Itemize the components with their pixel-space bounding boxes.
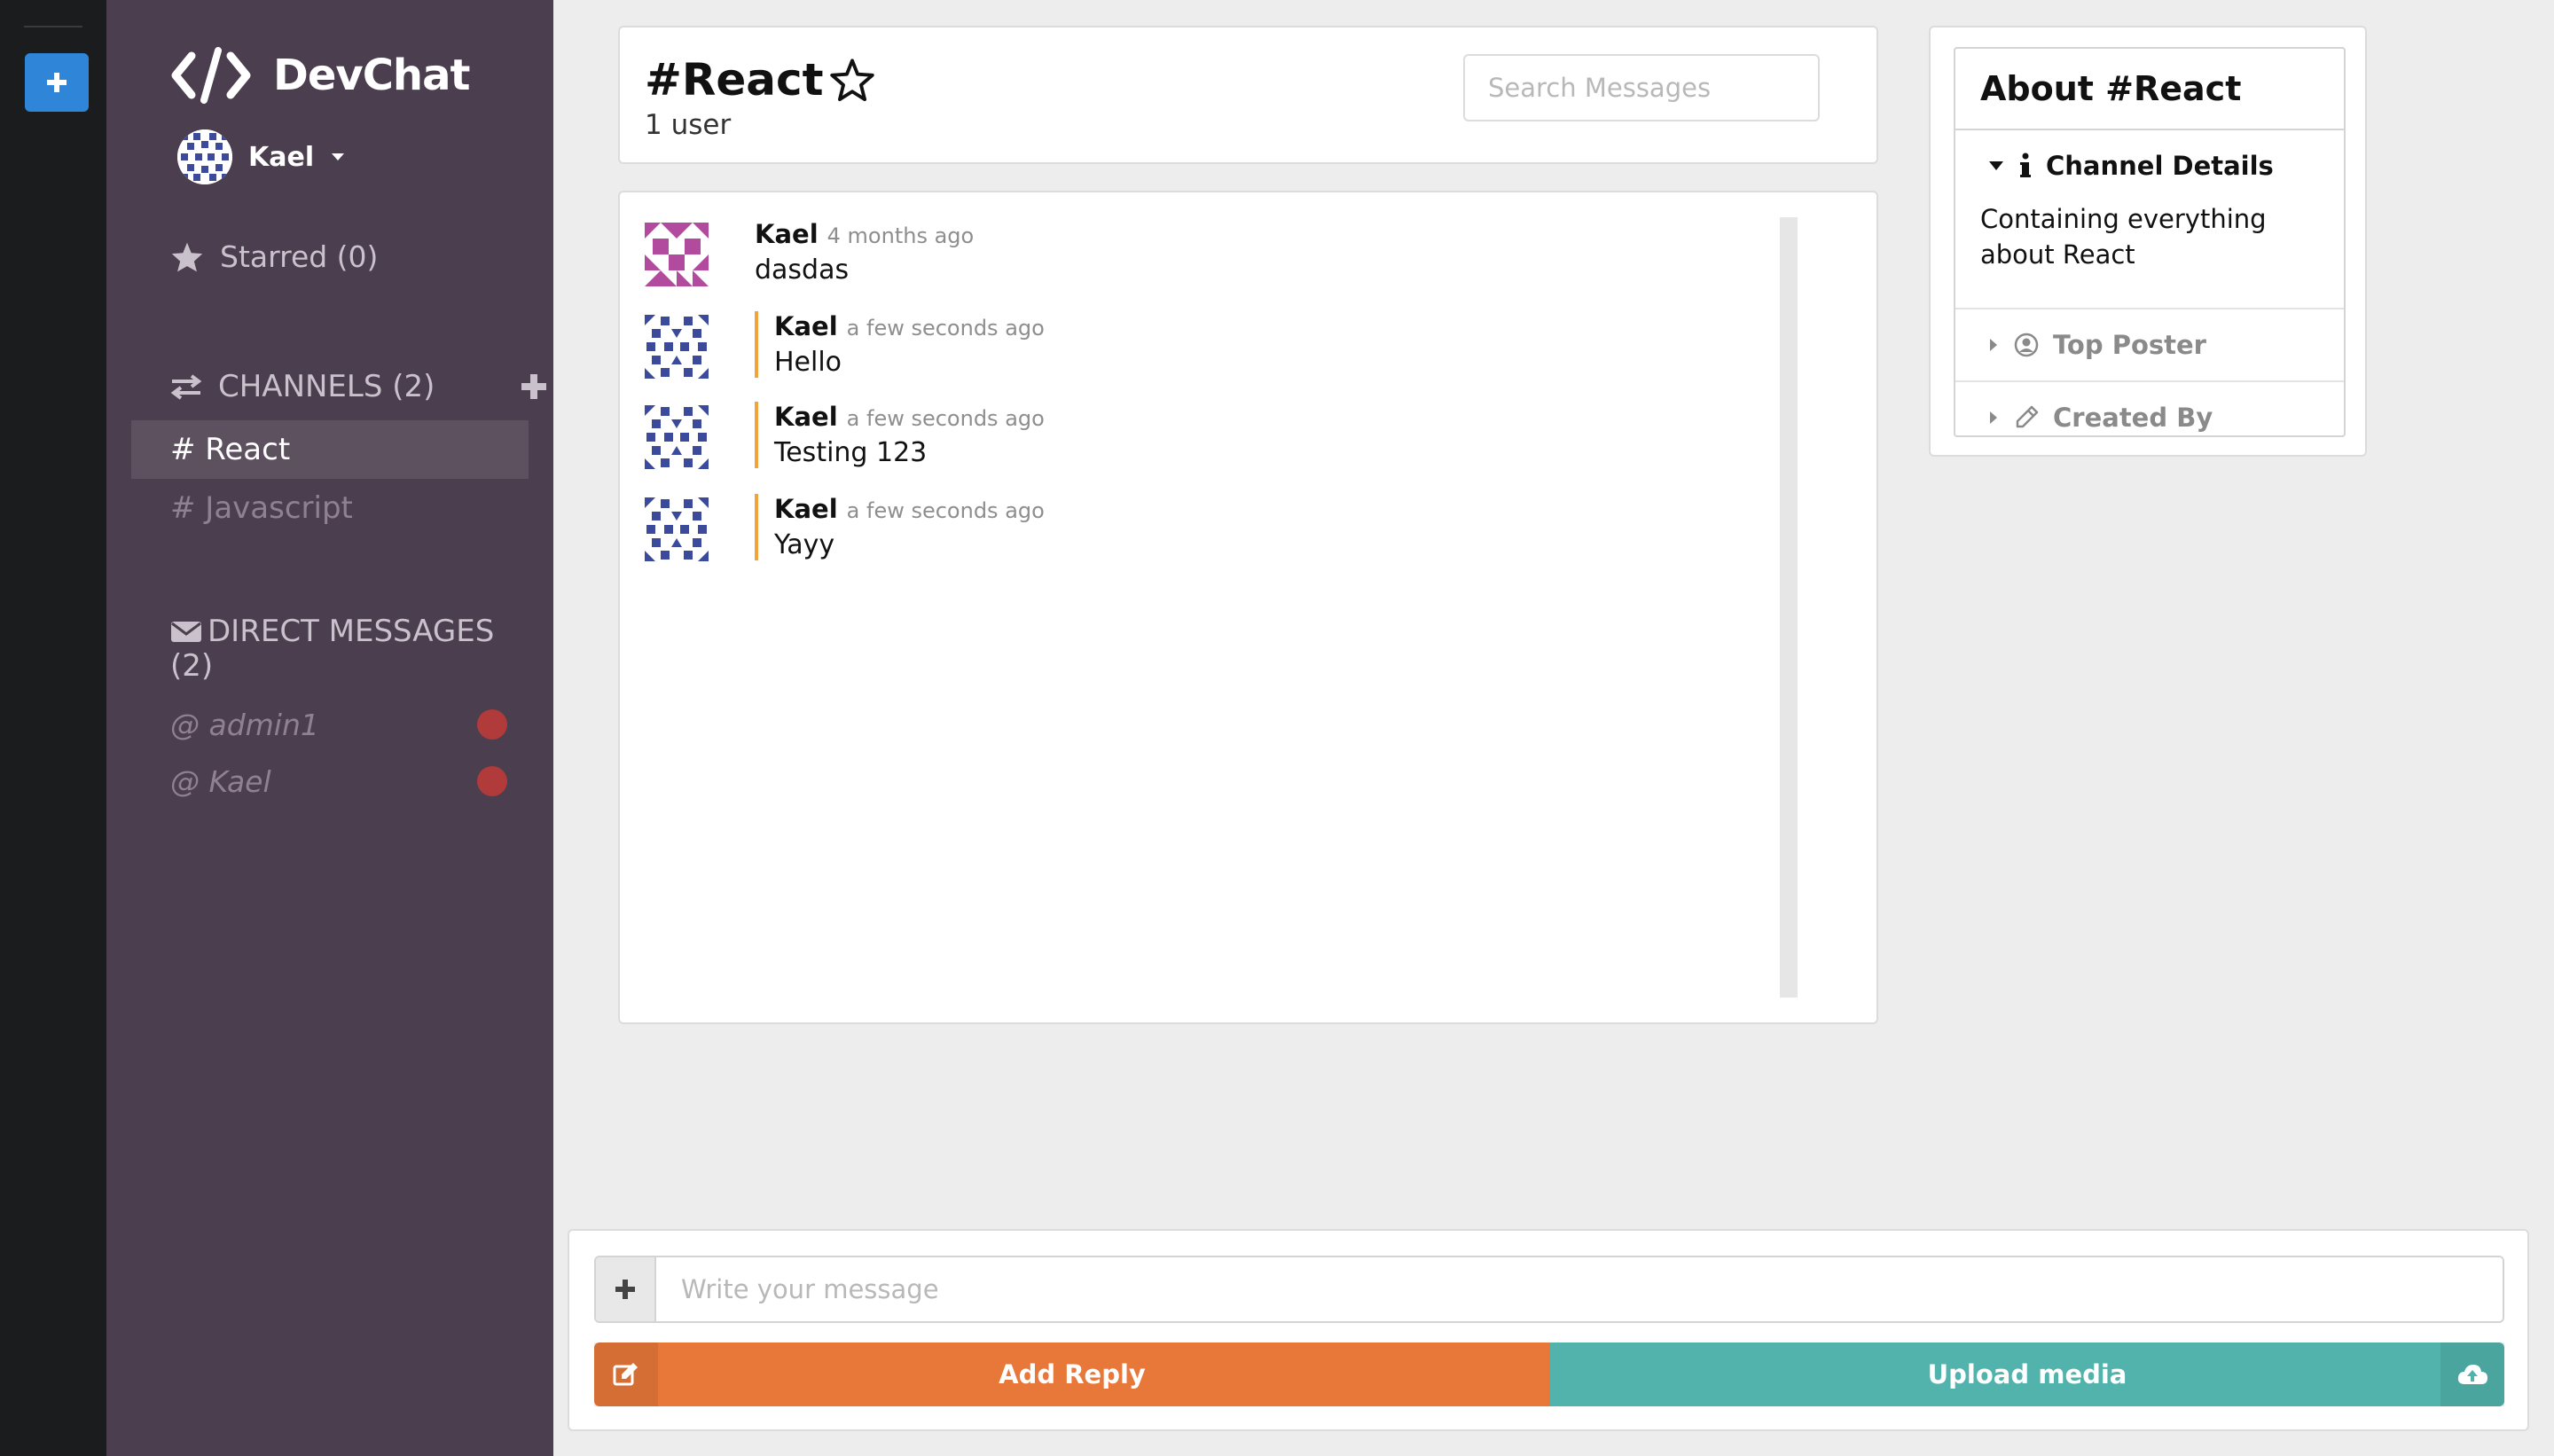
add-reply-label: Add Reply xyxy=(999,1359,1146,1389)
direct-messages-label: DIRECT MESSAGES (2) xyxy=(170,614,495,684)
message-timestamp: a few seconds ago xyxy=(846,406,1045,431)
message-timestamp: a few seconds ago xyxy=(846,316,1045,341)
direct-messages-header: DIRECT MESSAGES (2) xyxy=(170,615,507,682)
app-rail xyxy=(0,0,106,1456)
user-name: Kael xyxy=(248,141,315,173)
accordion-label: Created By xyxy=(2053,403,2213,433)
mail-icon xyxy=(170,618,202,650)
messages-scrollbar[interactable] xyxy=(1780,217,1798,998)
starred-label: Starred (0) xyxy=(220,239,379,274)
user-circle-icon xyxy=(2014,333,2039,357)
channel-item-react[interactable]: # React xyxy=(131,420,529,479)
accordion-header-top-poster[interactable]: Top Poster xyxy=(1955,309,2344,380)
dm-item-label: @ Kael xyxy=(170,763,271,799)
search-box xyxy=(1463,54,1820,121)
status-offline-indicator xyxy=(477,709,507,740)
channel-item-javascript[interactable]: # Javascript xyxy=(131,479,529,537)
user-avatar xyxy=(177,129,232,184)
starred-section[interactable]: Starred (0) xyxy=(170,239,378,274)
message-timestamp: a few seconds ago xyxy=(846,498,1045,523)
channels-label: CHANNELS (2) xyxy=(218,369,435,404)
emoji-add-button[interactable] xyxy=(596,1257,656,1321)
dm-item-label: @ admin1 xyxy=(170,707,319,742)
caret-right-icon xyxy=(1990,339,1997,351)
star-icon xyxy=(171,242,203,271)
message-text: Hello xyxy=(774,347,842,378)
exchange-icon xyxy=(170,374,202,400)
add-reply-button[interactable]: Add Reply xyxy=(594,1342,1550,1406)
sidebar: DevChat Kael Starred (0) CHANNELS (2) # … xyxy=(106,0,553,1456)
caret-down-icon xyxy=(332,153,345,160)
messages-header: #React 1 user xyxy=(618,26,1878,164)
accordion-top-poster: Top Poster xyxy=(1955,309,2344,382)
message-text: dasdas xyxy=(755,254,850,286)
message-body: Kael a few seconds ago Hello xyxy=(755,311,1045,378)
message-body: Kael 4 months ago dasdas xyxy=(755,219,974,286)
message-body: Kael a few seconds ago Testing 123 xyxy=(755,402,1045,468)
meta-panel: About #React Channel Details Containing … xyxy=(1929,26,2367,457)
add-team-button[interactable] xyxy=(25,53,89,112)
search-messages-input[interactable] xyxy=(1488,73,1814,103)
dm-item-admin1[interactable]: @ admin1 xyxy=(170,702,507,747)
meta-card: About #React Channel Details Containing … xyxy=(1954,47,2346,437)
plus-icon xyxy=(47,73,67,92)
message-author[interactable]: Kael xyxy=(755,219,819,249)
message-body: Kael a few seconds ago Yayy xyxy=(755,494,1045,560)
upload-media-label: Upload media xyxy=(1927,1359,2127,1389)
accordion-label: Top Poster xyxy=(2053,330,2206,360)
accordion-created-by: Created By xyxy=(1955,382,2344,453)
info-icon xyxy=(2020,153,2031,177)
brand: DevChat xyxy=(170,44,470,106)
upload-media-button[interactable]: Upload media xyxy=(1550,1342,2504,1406)
accordion-label: Channel Details xyxy=(2046,151,2274,181)
message-input-wrapper xyxy=(594,1256,2504,1323)
app-name: DevChat xyxy=(273,51,470,100)
add-channel-button[interactable] xyxy=(521,372,547,408)
accordion-header-channel-details[interactable]: Channel Details xyxy=(1955,130,2344,201)
meta-title: About #React xyxy=(1955,49,2344,130)
plus-icon xyxy=(615,1280,635,1299)
message-avatar xyxy=(645,315,709,379)
channels-header: CHANNELS (2) xyxy=(170,369,596,404)
plus-icon xyxy=(521,374,546,399)
message-avatar xyxy=(645,497,709,561)
channel-description: Containing everything about React xyxy=(1980,204,2267,270)
dm-item-kael[interactable]: @ Kael xyxy=(170,759,507,803)
user-menu[interactable]: Kael xyxy=(177,129,346,184)
message-input[interactable] xyxy=(656,1257,2503,1321)
caret-right-icon xyxy=(1990,411,1997,424)
cloud-upload-icon xyxy=(2440,1342,2504,1406)
channel-user-count: 1 user xyxy=(645,109,732,141)
edit-icon xyxy=(594,1342,658,1406)
channel-name: #React xyxy=(645,54,824,106)
message-timestamp: 4 months ago xyxy=(827,223,975,248)
status-offline-indicator xyxy=(477,766,507,796)
messages-panel: Kael 4 months ago dasdas Kael a few second… xyxy=(618,191,1878,1024)
message-avatar xyxy=(645,223,709,286)
rail-divider xyxy=(24,26,82,27)
channel-title: #React xyxy=(645,54,875,106)
star-outline-icon[interactable] xyxy=(829,58,875,102)
pencil-icon xyxy=(2016,405,2039,428)
caret-down-icon xyxy=(1989,161,2003,170)
code-icon xyxy=(171,47,251,104)
accordion-header-created-by[interactable]: Created By xyxy=(1955,382,2344,453)
message-text: Yayy xyxy=(774,529,835,560)
message-text: Testing 123 xyxy=(774,437,928,468)
message-author[interactable]: Kael xyxy=(774,402,838,432)
message-avatar xyxy=(645,405,709,469)
accordion-channel-details: Channel Details Containing everything ab… xyxy=(1955,130,2344,309)
message-form: Add Reply Upload media xyxy=(568,1229,2529,1431)
message-author[interactable]: Kael xyxy=(774,494,838,524)
message-author[interactable]: Kael xyxy=(774,311,838,341)
